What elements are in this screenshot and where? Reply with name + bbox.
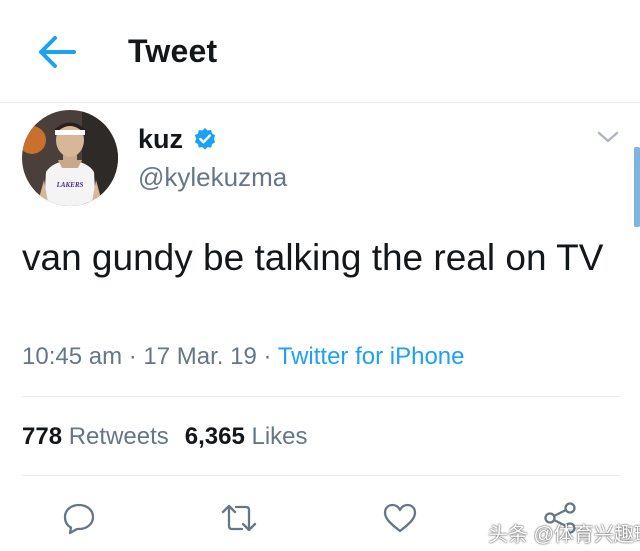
chevron-down-icon[interactable]: [594, 126, 622, 148]
tweet-meta: 10:45 am · 17 Mar. 19 · Twitter for iPho…: [22, 343, 464, 371]
tweet-detail-screen: Tweet LAKERS kuz @kylekuzma van gundy be…: [0, 0, 640, 551]
display-name[interactable]: kuz: [138, 124, 183, 155]
arrow-left-icon: [39, 36, 76, 68]
meta-separator: ·: [128, 343, 137, 370]
divider: [22, 396, 620, 397]
top-bar: Tweet: [0, 0, 640, 103]
tweet-time: 10:45 am: [22, 343, 123, 370]
scrollbar[interactable]: [634, 147, 640, 227]
like-button[interactable]: [380, 500, 420, 536]
retweet-icon: [221, 504, 257, 532]
likes-label: Likes: [251, 423, 308, 450]
verified-badge-icon: [194, 128, 216, 150]
tweet-text: van gundy be talking the real on TV: [22, 237, 604, 278]
retweets-label: Retweets: [68, 423, 169, 450]
meta-separator: ·: [263, 343, 272, 370]
avatar[interactable]: LAKERS: [22, 110, 118, 206]
tweet-source-link[interactable]: Twitter for iPhone: [278, 343, 465, 370]
likes-count: 6,365: [184, 423, 245, 450]
tweet-stats: 778 Retweets 6,365 Likes: [22, 423, 308, 451]
divider: [22, 475, 620, 476]
back-button[interactable]: [30, 30, 82, 74]
page-title: Tweet: [128, 33, 218, 69]
retweet-button[interactable]: [219, 500, 259, 536]
reply-icon: [63, 503, 95, 535]
reply-button[interactable]: [59, 500, 99, 536]
tweet-date: 17 Mar. 19: [143, 343, 257, 370]
username[interactable]: @kylekuzma: [138, 162, 287, 193]
likes-stat[interactable]: 6,365 Likes: [185, 423, 308, 450]
like-icon: [383, 503, 417, 533]
retweets-stat[interactable]: 778 Retweets: [22, 423, 169, 450]
jersey-text: LAKERS: [56, 181, 84, 189]
retweets-count: 778: [22, 423, 63, 450]
watermark: 头条 @体育兴趣班: [488, 524, 640, 546]
